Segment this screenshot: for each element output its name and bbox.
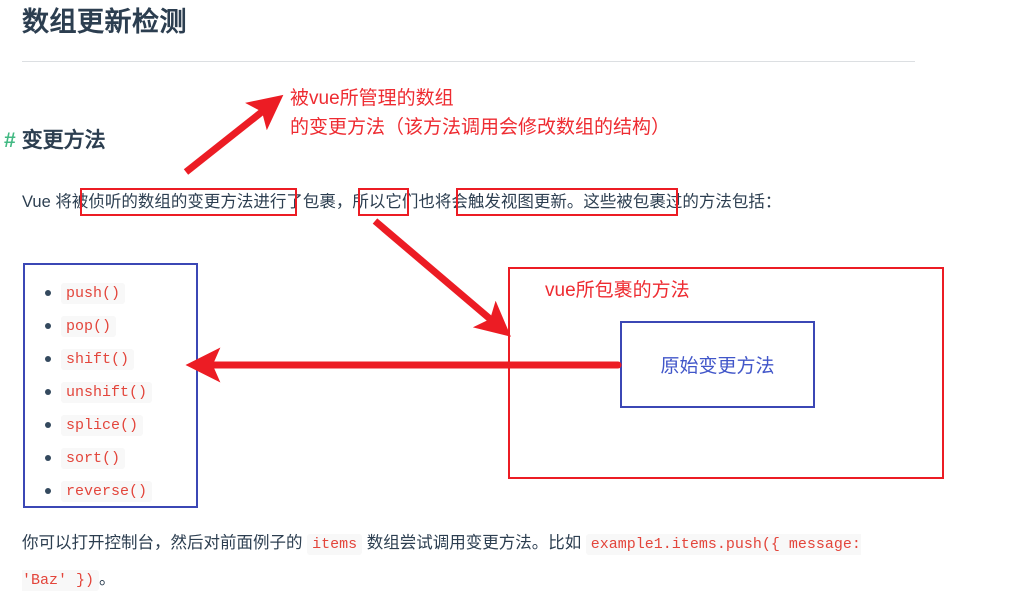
para-seg-4-boxed: 包裹， <box>302 193 353 211</box>
anchor-hash-icon[interactable]: # <box>4 129 16 152</box>
annotation-red-box-label: vue所包裹的方法 <box>545 280 690 301</box>
para-seg-5: 所以 <box>352 193 386 211</box>
list-item: pop() <box>45 309 196 342</box>
method-sort: sort() <box>61 448 126 469</box>
method-pop: pop() <box>61 316 117 337</box>
list-item: push() <box>45 276 196 309</box>
method-push: push() <box>61 283 126 304</box>
code-items: items <box>307 534 363 555</box>
arrow-to-top-note <box>183 94 284 175</box>
method-shift: shift() <box>61 349 135 370</box>
list-item: reverse() <box>45 474 196 507</box>
bottom-seg-2: 数组尝试调用变更方法。比如 <box>366 534 582 552</box>
section-heading-label: 变更方法 <box>21 129 106 152</box>
annotation-top-note: 被vue所管理的数组 的变更方法（该方法调用会修改数组的结构） <box>290 84 670 142</box>
para-seg-6-boxed: 它们也将会触发视图更新 <box>385 193 567 211</box>
document-page: 数组更新检测 # 变更方法 Vue 将被侦听的数组的变更方法进行了包裹，所以它们也… <box>0 0 1024 601</box>
para-seg-3: 进行了 <box>253 193 303 211</box>
para-seg-2-boxed: 被侦听的数组的变更方法 <box>71 193 254 211</box>
title-divider <box>22 61 915 62</box>
methods-list-box: push() pop() shift() unshift() splice() … <box>23 263 198 508</box>
list-item: splice() <box>45 408 196 441</box>
list-item: unshift() <box>45 375 196 408</box>
list-item: shift() <box>45 342 196 375</box>
para-seg-7: 。这些被包裹过的方法包括： <box>566 193 782 211</box>
page-title: 数组更新检测 <box>22 7 187 37</box>
methods-list: push() pop() shift() unshift() splice() … <box>25 265 196 507</box>
para-seg-1: Vue 将 <box>22 193 72 211</box>
bottom-seg-1: 你可以打开控制台，然后对前面例子的 <box>22 534 303 552</box>
annotation-top-line-2: 的变更方法（该方法调用会修改数组的结构） <box>290 117 671 138</box>
section-heading: # 变更方法 <box>4 124 106 154</box>
annotation-top-line-1: 被vue所管理的数组 <box>290 88 454 109</box>
annotation-blue-box-label: 原始变更方法 <box>660 356 775 377</box>
method-reverse: reverse() <box>61 481 153 502</box>
method-splice: splice() <box>61 415 144 436</box>
arrow-to-red-box <box>372 218 511 337</box>
bottom-seg-3: 。 <box>99 570 116 588</box>
list-item: sort() <box>45 441 196 474</box>
method-unshift: unshift() <box>61 382 153 403</box>
bottom-paragraph: 你可以打开控制台，然后对前面例子的 items 数组尝试调用变更方法。比如 ex… <box>22 526 902 598</box>
main-paragraph: Vue 将被侦听的数组的变更方法进行了包裹，所以它们也将会触发视图更新。这些被包… <box>22 186 888 218</box>
